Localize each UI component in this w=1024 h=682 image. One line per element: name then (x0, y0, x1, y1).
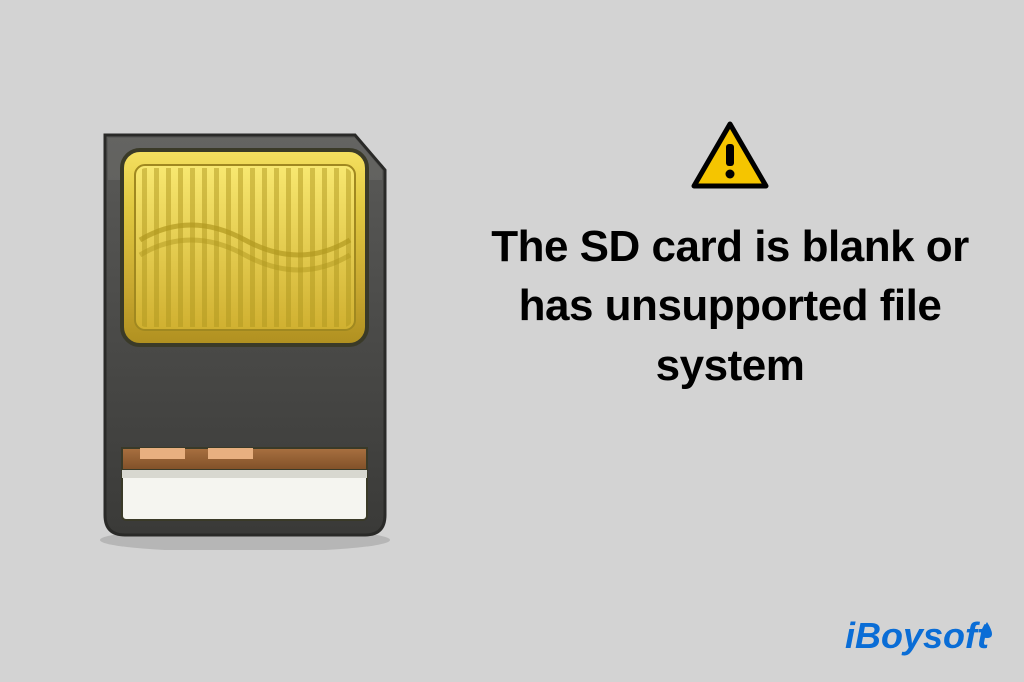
error-message-block: The SD card is blank or has unsupported … (465, 120, 995, 395)
water-drop-icon (979, 607, 995, 649)
logo-prefix: i (845, 615, 855, 657)
error-message-text: The SD card is blank or has unsupported … (465, 217, 995, 395)
warning-triangle-icon (690, 120, 770, 197)
logo-name: Boysoft (855, 615, 989, 657)
sd-card-illustration (80, 120, 410, 555)
sd-card-icon (80, 120, 410, 550)
brand-logo: i Boysoft (845, 615, 989, 657)
